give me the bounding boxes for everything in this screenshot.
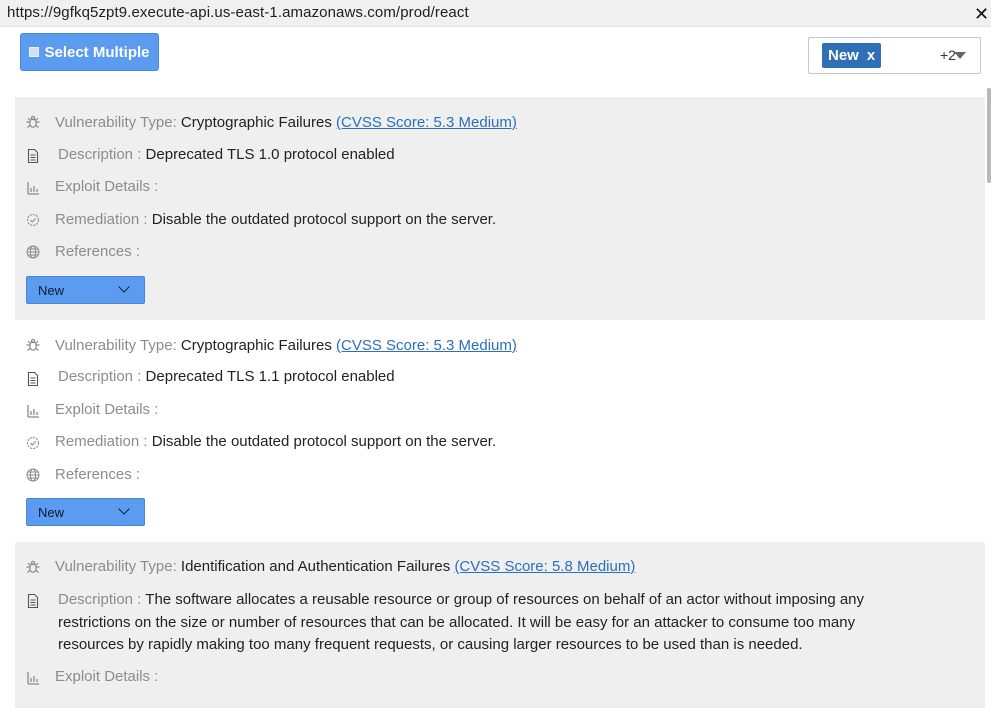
references-label: References : [55, 466, 141, 483]
filter-tag-label: New [828, 47, 859, 64]
description-line: resources by rapidly making too many fre… [58, 636, 803, 653]
vuln-type-value: Cryptographic Failures [180, 114, 332, 131]
chevron-down-icon[interactable] [954, 52, 966, 59]
references-label: References : [55, 243, 141, 260]
description-line: The software allocates a reusable resour… [145, 591, 865, 608]
bug-icon [25, 337, 41, 353]
status-dropdown[interactable]: New [26, 498, 145, 526]
globe-icon [25, 467, 41, 483]
remediation-label: Remediation : [55, 433, 148, 450]
description-value: Deprecated TLS 1.0 protocol enabled [145, 146, 395, 163]
status-filter-multiselect[interactable]: New x +2 [808, 37, 981, 74]
remediation-label: Remediation : [55, 211, 148, 228]
vuln-type-label: Vulnerability Type: [55, 558, 177, 575]
globe-icon [25, 244, 41, 260]
document-icon [25, 148, 41, 164]
status-value: New [38, 505, 65, 520]
bug-icon [25, 114, 41, 130]
status-dropdown[interactable]: New [26, 276, 145, 304]
remediation-value: Disable the outdated protocol support on… [151, 433, 497, 450]
cvss-score-link[interactable]: (CVSS Score: 5.3 Medium) [336, 337, 517, 354]
remediation-badge-icon [25, 212, 41, 228]
select-multiple-button[interactable]: Select Multiple [20, 33, 159, 71]
exploit-icon [25, 403, 41, 419]
description-line: restrictions on the size or number of re… [58, 613, 856, 631]
description-label: Description : [58, 146, 142, 163]
finding-card: Vulnerability Type: Identification and A… [15, 542, 985, 708]
document-icon [25, 593, 41, 609]
finding-card: Vulnerability Type: Cryptographic Failur… [15, 320, 985, 542]
vuln-type-value: Cryptographic Failures [180, 337, 332, 354]
vuln-type-label: Vulnerability Type: [55, 114, 177, 131]
exploit-label: Exploit Details : [55, 668, 159, 685]
exploit-label: Exploit Details : [55, 178, 159, 195]
exploit-label: Exploit Details : [55, 401, 159, 418]
vuln-type-label: Vulnerability Type: [55, 337, 177, 354]
document-icon [25, 371, 41, 387]
exploit-icon [25, 180, 41, 196]
description-value: Deprecated TLS 1.1 protocol enabled [145, 368, 395, 385]
url-text[interactable]: https://9gfkq5zpt9.execute-api.us-east-1… [7, 4, 469, 21]
scrollbar-thumb[interactable] [987, 88, 991, 183]
remediation-badge-icon [25, 435, 41, 451]
close-icon[interactable]: ✕ [974, 5, 989, 23]
cvss-score-link[interactable]: (CVSS Score: 5.8 Medium) [454, 558, 635, 575]
filter-tag-new: New x [822, 43, 882, 68]
select-multiple-label: Select Multiple [44, 43, 150, 61]
cvss-score-link[interactable]: (CVSS Score: 5.3 Medium) [336, 114, 517, 131]
vuln-type-value: Identification and Authentication Failur… [180, 558, 451, 575]
status-value: New [38, 283, 65, 298]
remediation-value: Disable the outdated protocol support on… [151, 211, 497, 228]
bug-icon [25, 559, 41, 575]
checkbox-icon [29, 47, 40, 57]
chevron-down-icon [118, 503, 130, 515]
chevron-down-icon [118, 281, 130, 293]
filter-tag-remove-button[interactable]: x [867, 47, 875, 64]
browser-url-bar: https://9gfkq5zpt9.execute-api.us-east-1… [0, 0, 991, 27]
description-label: Description : [58, 591, 142, 608]
description-label: Description : [58, 368, 142, 385]
finding-card: Vulnerability Type: Cryptographic Failur… [15, 97, 985, 320]
exploit-icon [25, 670, 41, 686]
